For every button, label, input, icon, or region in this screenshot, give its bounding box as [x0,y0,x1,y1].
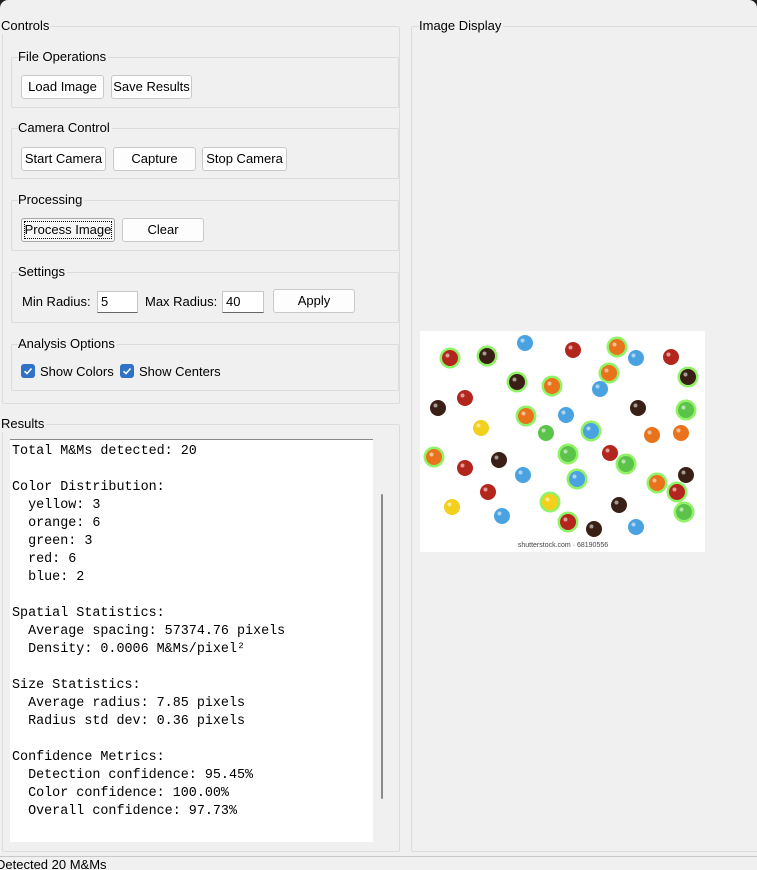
results-textbox[interactable]: Total M&Ms detected: 20 Color Distributi… [10,439,373,842]
analysis-options-title: Analysis Options [18,336,117,352]
show-centers-checkbox[interactable] [120,364,134,378]
settings-title: Settings [18,264,67,280]
app-window: Controls File Operations Load Image Save… [0,0,757,870]
min-radius-label: Min Radius: [22,294,91,309]
processed-image: shutterstock.com · 68190556 [420,331,705,552]
show-colors-checkbox[interactable] [21,364,35,378]
show-centers-label[interactable]: Show Centers [139,364,221,380]
checkmark-icon [122,367,132,375]
clear-button[interactable]: Clear [122,218,204,242]
results-content: Total M&Ms detected: 20 Color Distributi… [12,444,286,819]
processing-title: Processing [18,192,85,208]
process-image-button[interactable]: Process Image [21,218,115,242]
status-bar: Detected 20 M&Ms [0,856,757,870]
mm-candies-image: shutterstock.com · 68190556 [423,335,699,549]
status-text: Detected 20 M&Ms [0,857,107,870]
max-radius-label: Max Radius: [145,294,218,309]
controls-title: Controls [1,18,52,34]
apply-button[interactable]: Apply [273,289,355,313]
load-image-button[interactable]: Load Image [21,75,104,99]
checkmark-icon [23,367,33,375]
results-title: Results [1,416,47,432]
results-scrollbar[interactable] [381,494,383,799]
image-display-title: Image Display [419,18,504,34]
save-results-button[interactable]: Save Results [111,75,192,99]
max-radius-input[interactable]: 40 [222,291,264,313]
start-camera-button[interactable]: Start Camera [21,147,106,171]
watermark-text: shutterstock.com · 68190556 [518,542,608,549]
stop-camera-button[interactable]: Stop Camera [202,147,287,171]
camera-control-title: Camera Control [18,120,112,136]
capture-button[interactable]: Capture [113,147,196,171]
min-radius-input[interactable]: 5 [97,291,138,313]
show-colors-label[interactable]: Show Colors [40,364,114,380]
file-operations-title: File Operations [18,49,109,65]
